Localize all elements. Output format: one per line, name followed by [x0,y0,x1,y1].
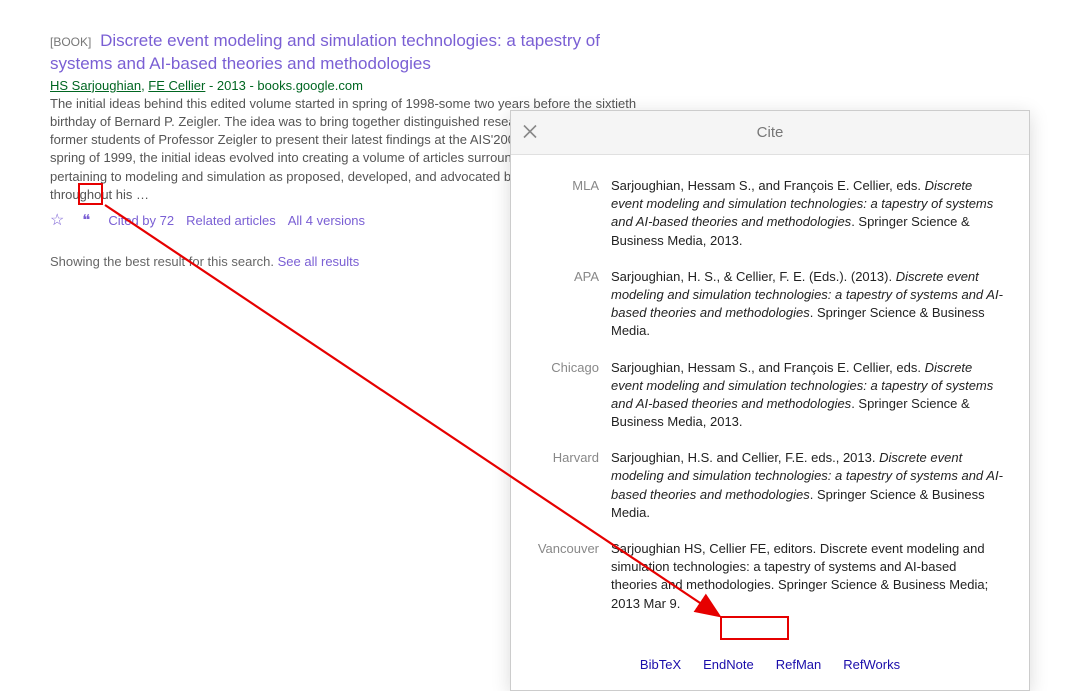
best-result-text: Showing the best result for this search. [50,254,278,269]
export-refman-link[interactable]: RefMan [776,657,822,672]
see-all-results-link[interactable]: See all results [278,254,360,269]
cite-icon[interactable]: ❝ [76,211,96,229]
cite-text[interactable]: Sarjoughian HS, Cellier FE, editors. Dis… [611,540,1003,613]
cite-style-label: Vancouver [537,540,611,613]
cite-panel-header: Cite [511,111,1029,155]
related-articles-link[interactable]: Related articles [186,213,276,228]
cited-by-link[interactable]: Cited by 72 [108,213,174,228]
cite-style-label: APA [537,268,611,341]
result-title-link[interactable]: Discrete event modeling and simulation t… [50,31,600,73]
cite-panel: Cite MLA Sarjoughian, Hessam S., and Fra… [510,110,1030,691]
cite-text[interactable]: Sarjoughian, Hessam S., and François E. … [611,177,1003,250]
cite-row-apa: APA Sarjoughian, H. S., & Cellier, F. E.… [537,268,1003,341]
export-bibtex-link[interactable]: BibTeX [640,657,681,672]
result-type-badge: [BOOK] [50,35,91,49]
cite-text[interactable]: Sarjoughian, H.S. and Cellier, F.E. eds.… [611,449,1003,522]
export-refworks-link[interactable]: RefWorks [843,657,900,672]
result-meta: HS Sarjoughian, FE Cellier - 2013 - book… [50,78,660,93]
cite-style-label: MLA [537,177,611,250]
cite-row-mla: MLA Sarjoughian, Hessam S., and François… [537,177,1003,250]
cite-text[interactable]: Sarjoughian, H. S., & Cellier, F. E. (Ed… [611,268,1003,341]
close-icon[interactable] [523,122,537,143]
cite-style-label: Harvard [537,449,611,522]
cite-export-footer: BibTeX EndNote RefMan RefWorks [511,649,1029,690]
star-icon[interactable]: ☆ [50,210,64,230]
cite-row-chicago: Chicago Sarjoughian, Hessam S., and Fran… [537,359,1003,432]
cite-row-vancouver: Vancouver Sarjoughian HS, Cellier FE, ed… [537,540,1003,613]
cite-row-harvard: Harvard Sarjoughian, H.S. and Cellier, F… [537,449,1003,522]
cite-panel-body: MLA Sarjoughian, Hessam S., and François… [511,155,1029,649]
meta-rest: - 2013 - books.google.com [205,78,363,93]
result-title-row: [BOOK] Discrete event modeling and simul… [50,30,660,76]
cite-text[interactable]: Sarjoughian, Hessam S., and François E. … [611,359,1003,432]
export-endnote-link[interactable]: EndNote [703,657,754,672]
author-link-2[interactable]: FE Cellier [148,78,205,93]
author-link-1[interactable]: HS Sarjoughian [50,78,141,93]
cite-panel-title: Cite [757,124,784,141]
cite-style-label: Chicago [537,359,611,432]
all-versions-link[interactable]: All 4 versions [288,213,365,228]
